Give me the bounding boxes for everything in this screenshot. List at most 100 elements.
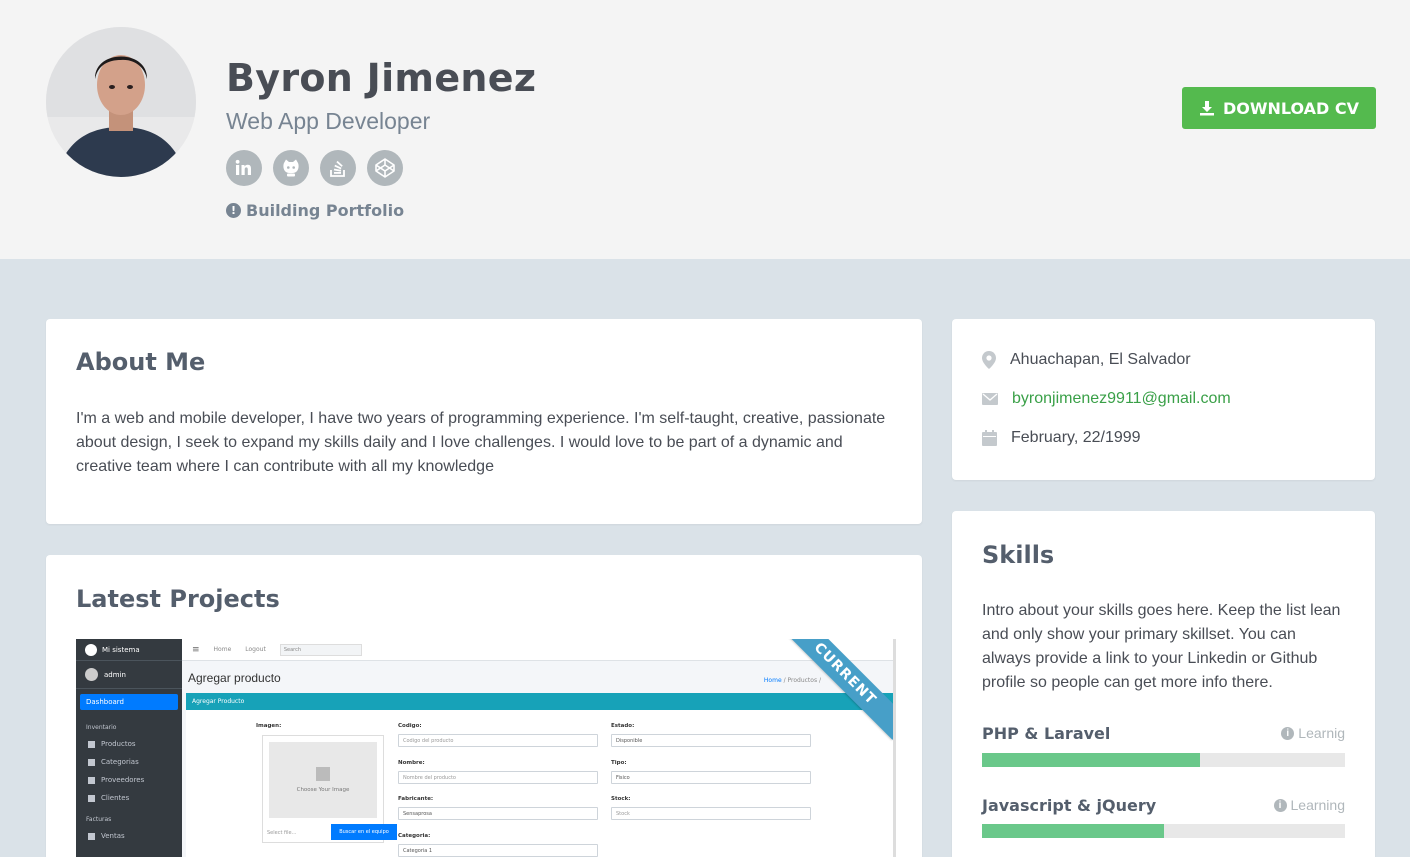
mock-label: Stock:: [611, 796, 631, 802]
mock-sidebar: Mi sistema admin Dashboard Inventario Pr…: [76, 639, 182, 857]
mock-nav-logout: Logout: [245, 646, 266, 653]
mock-section-sales: Facturas: [86, 816, 112, 823]
envelope-icon: [982, 393, 998, 405]
mock-navbar: ≡ Home Logout Search: [182, 639, 893, 661]
skill-name: Javascript & jQuery: [982, 796, 1157, 815]
mock-menu-label: Ventas: [101, 832, 125, 840]
mock-section-inventory: Inventario: [86, 724, 117, 731]
file-icon: [88, 776, 95, 784]
info-email: byronjimenez9911@gmail.com: [982, 390, 1231, 408]
birthday-text: February, 22/1999: [1011, 429, 1141, 446]
mock-input: Sensaprosa: [398, 807, 598, 820]
mock-main: ≡ Home Logout Search Agregar producto Ho…: [182, 639, 893, 857]
mock-brand-text: Mi sistema: [102, 645, 140, 654]
hamburger-icon: ≡: [192, 644, 200, 655]
skill-progress-fill: [982, 753, 1200, 767]
mock-image-button: Buscar en el equipo: [331, 824, 397, 840]
linkedin-icon[interactable]: [226, 150, 262, 186]
brand-logo-icon: [85, 643, 97, 656]
info-birthday: February, 22/1999: [982, 429, 1141, 447]
project-screenshot[interactable]: Mi sistema admin Dashboard Inventario Pr…: [76, 639, 896, 857]
download-icon: [1199, 101, 1214, 116]
about-heading: About Me: [76, 348, 206, 376]
mock-select: Fisico: [611, 771, 811, 784]
projects-card: Latest Projects Mi sistema admin Dashboa…: [46, 555, 922, 857]
file-icon: [88, 758, 95, 766]
mock-menu-item: Ventas: [76, 827, 182, 845]
info-circle-icon: i: [1281, 726, 1295, 740]
mock-menu-item: Categorias: [76, 753, 182, 771]
mock-crumb-rest: / Productos /: [783, 677, 821, 684]
mock-input: Stock: [611, 807, 811, 820]
user-avatar-icon: [85, 668, 98, 681]
mock-dashboard-label: Dashboard: [86, 698, 124, 706]
skill-progress-bar: [982, 753, 1345, 767]
mock-label: Tipo:: [611, 760, 627, 766]
about-card: About Me I'm a web and mobile developer,…: [46, 319, 922, 524]
mock-menu-item: Productos: [76, 735, 182, 753]
skill-level: i Learning: [1273, 797, 1346, 813]
mock-image-placeholder: Choose Your Image: [269, 742, 377, 818]
mock-image-choose: Choose Your Image: [296, 787, 350, 793]
projects-heading: Latest Projects: [76, 585, 280, 613]
social-links: [226, 150, 403, 186]
mock-menu-item: Clientes: [76, 789, 182, 807]
mock-search: Search: [279, 643, 362, 656]
user-icon: [88, 794, 95, 802]
email-link[interactable]: byronjimenez9911@gmail.com: [1012, 390, 1231, 408]
mock-dashboard-item: Dashboard: [80, 694, 178, 710]
mock-crumb-home: Home: [763, 677, 782, 684]
skill-level-text: Learning: [1290, 797, 1346, 813]
about-text: I'm a web and mobile developer, I have t…: [76, 410, 886, 475]
info-circle-icon: i: [1273, 798, 1287, 812]
stack-overflow-icon[interactable]: [320, 150, 356, 186]
mock-menu-item: Proveedores: [76, 771, 182, 789]
mock-form: Imagen: Choose Your Image Select file...…: [186, 710, 893, 857]
location-text: Ahuachapan, El Salvador: [1010, 351, 1191, 368]
mock-label: Fabricante:: [398, 796, 434, 802]
mock-brand: Mi sistema: [76, 639, 182, 661]
skills-intro: Intro about your skills goes here. Keep …: [982, 602, 1341, 691]
status-text: Building Portfolio: [246, 201, 405, 220]
download-cv-label: DOWNLOAD CV: [1222, 98, 1360, 118]
skill-progress-bar: [982, 824, 1345, 838]
mock-image-box: Choose Your Image Select file... Buscar …: [262, 735, 397, 843]
mock-form-header: Agregar Producto: [186, 693, 893, 710]
skill-level: i Learnig: [1281, 725, 1345, 741]
mock-nav-home: Home: [213, 646, 232, 653]
info-location: Ahuachapan, El Salvador: [982, 351, 1191, 369]
github-icon[interactable]: [273, 150, 309, 186]
mock-user-name: admin: [104, 670, 126, 679]
mock-menu-label: Productos: [101, 740, 136, 748]
mock-label: Estado:: [611, 723, 635, 729]
skill-name: PHP & Laravel: [982, 724, 1111, 743]
grid-icon: [88, 740, 95, 748]
mock-label: Categoria:: [398, 833, 431, 839]
mock-label: Imagen:: [256, 723, 282, 729]
info-card: Ahuachapan, El Salvador byronjimenez9911…: [952, 319, 1375, 480]
skill-level-text: Learnig: [1298, 725, 1345, 741]
map-marker-icon: [982, 351, 996, 369]
mock-select: Disponible: [611, 734, 811, 747]
codepen-icon[interactable]: [367, 150, 403, 186]
mock-menu-label: Clientes: [101, 794, 130, 802]
status-badge: ! Building Portfolio: [226, 201, 404, 220]
download-cv-button[interactable]: DOWNLOAD CV: [1182, 87, 1376, 129]
mock-breadcrumb: Home / Productos /: [764, 677, 821, 684]
mock-menu-label: Proveedores: [101, 776, 145, 784]
exclamation-circle-icon: !: [226, 203, 241, 218]
avatar: [46, 27, 196, 177]
file-icon: [88, 832, 95, 840]
mock-user: admin: [76, 661, 182, 689]
skill-progress-fill: [982, 824, 1164, 838]
mock-image-select: Select file...: [267, 830, 297, 836]
profile-header: Byron Jimenez Web App Developer ! Buildi…: [0, 0, 1410, 259]
mock-menu-label: Categorias: [101, 758, 139, 766]
mock-page-title: Agregar producto: [188, 671, 281, 685]
profile-name: Byron Jimenez: [226, 56, 537, 100]
skills-card: Skills Intro about your skills goes here…: [952, 511, 1375, 857]
profile-title: Web App Developer: [226, 108, 431, 134]
calendar-icon: [982, 430, 997, 446]
image-icon: [316, 767, 330, 781]
mock-label: Codigo:: [398, 723, 422, 729]
